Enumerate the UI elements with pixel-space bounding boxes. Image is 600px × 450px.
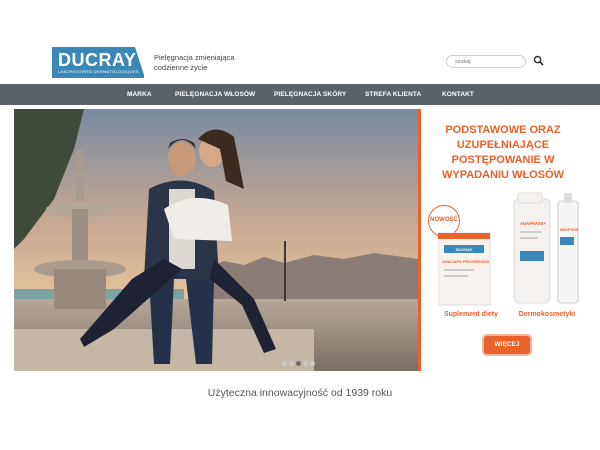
box-brand: DUCRAY: [456, 247, 473, 252]
label-supplement: Suplement diety: [443, 311, 499, 318]
nav-item-marka[interactable]: MARKA: [127, 84, 152, 105]
nav-item-client-zone[interactable]: STREFA KLIENTA: [365, 84, 421, 105]
slider-dot-3-active[interactable]: [296, 361, 301, 366]
product-anacaps-box: DUCRAY ANACAPS PROGRESSIV: [438, 232, 491, 306]
logo-subtitle: LABORATOIRES DERMATOLOGIQUES: [58, 69, 139, 74]
nav-item-skin-care[interactable]: PIELĘGNACJA SKÓRY: [274, 84, 346, 105]
search-icon[interactable]: [533, 55, 544, 66]
product1-brand: ANACAPS PROGRESSIV: [442, 259, 490, 264]
promo-panel: PODSTAWOWE ORAZ UZUPEŁNIAJĄCE POSTĘPOWAN…: [418, 109, 586, 371]
logo-slash: [135, 47, 145, 78]
slider-dot-1[interactable]: [282, 361, 287, 366]
search-input[interactable]: [446, 55, 526, 68]
slider-dot-2[interactable]: [289, 361, 294, 366]
promo-title: PODSTAWOWE ORAZ UZUPEŁNIAJĄCE POSTĘPOWAN…: [441, 124, 564, 181]
logo-brand: DUCRAY: [58, 50, 137, 70]
product-anaphase-bottle: ANAPHASE+ NEOPTIDE: [513, 192, 579, 304]
slider-dot-4[interactable]: [303, 361, 308, 366]
hero-photo: [14, 109, 418, 371]
product2-brand: ANAPHASE+: [520, 221, 546, 226]
hero-slider[interactable]: PODSTAWOWE ORAZ UZUPEŁNIAJĄCE POSTĘPOWAN…: [14, 109, 586, 371]
ducray-logo[interactable]: DUCRAY LABORATOIRES DERMATOLOGIQUES: [52, 47, 145, 78]
slider-dot-5[interactable]: [310, 361, 315, 366]
nav-item-hair-care[interactable]: PIELĘGNACJA WŁOSÓW: [175, 84, 255, 105]
more-button[interactable]: WIĘCEJ: [484, 336, 530, 354]
nav-item-contact[interactable]: KONTAKT: [442, 84, 474, 105]
site-header: DUCRAY LABORATOIRES DERMATOLOGIQUES Piel…: [0, 0, 600, 84]
main-nav: MARKA PIELĘGNACJA WŁOSÓW PIELĘGNACJA SKÓ…: [0, 84, 600, 105]
promo-accent-bar: [418, 109, 421, 371]
company-motto: Użyteczna innowacyjność od 1939 roku: [207, 387, 393, 399]
product3-brand: NEOPTIDE: [560, 228, 579, 232]
label-dermocosmetics: Dermokosmetyki: [518, 311, 576, 318]
tagline: Pielęgnacja zmieniająca codzienne życie: [154, 53, 235, 72]
